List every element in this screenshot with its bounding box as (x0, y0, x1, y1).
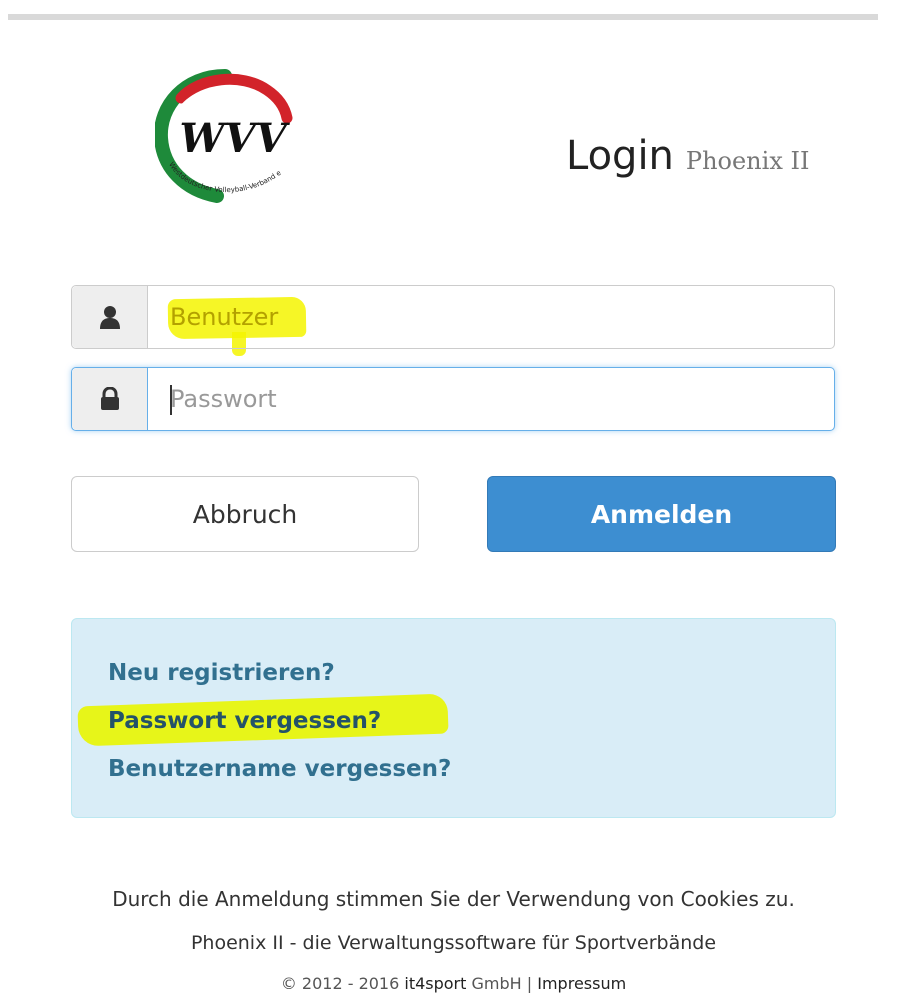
impressum-link[interactable]: Impressum (537, 974, 626, 993)
username-input[interactable] (148, 286, 834, 348)
separator: | (526, 974, 533, 993)
login-button[interactable]: Anmelden (487, 476, 836, 552)
top-bar (8, 14, 878, 20)
copyright-years: © 2012 - 2016 (280, 974, 400, 993)
logo-text: WVV (180, 115, 291, 162)
lock-icon (72, 368, 148, 430)
forgot-username-link[interactable]: Benutzername vergessen? (108, 756, 451, 782)
forgot-password-link[interactable]: Passwort vergessen? (108, 708, 381, 734)
wvv-logo: WVV Westdeutscher Volleyball-Verband e.V… (153, 62, 305, 208)
password-input[interactable] (148, 368, 834, 430)
text-cursor (170, 385, 172, 415)
tagline: Phoenix II - die Verwaltungssoftware für… (190, 932, 717, 954)
page-title: Login Phoenix II (566, 133, 809, 179)
register-link[interactable]: Neu registrieren? (108, 660, 335, 686)
app-subtitle: Phoenix II (685, 147, 810, 175)
username-group (71, 285, 835, 349)
copyright: © 2012 - 2016 it4sport GmbH | Impressum (0, 974, 907, 993)
user-icon (72, 286, 148, 348)
company-brand: it4sport (404, 974, 467, 993)
cookie-notice: Durch die Anmeldung stimmen Sie der Verw… (112, 887, 795, 911)
login-title: Login (566, 133, 674, 179)
cancel-button[interactable]: Abbruch (71, 476, 419, 552)
company-suffix: GmbH (471, 974, 522, 993)
company-link[interactable]: it4sport (404, 974, 466, 993)
password-group (71, 367, 835, 431)
